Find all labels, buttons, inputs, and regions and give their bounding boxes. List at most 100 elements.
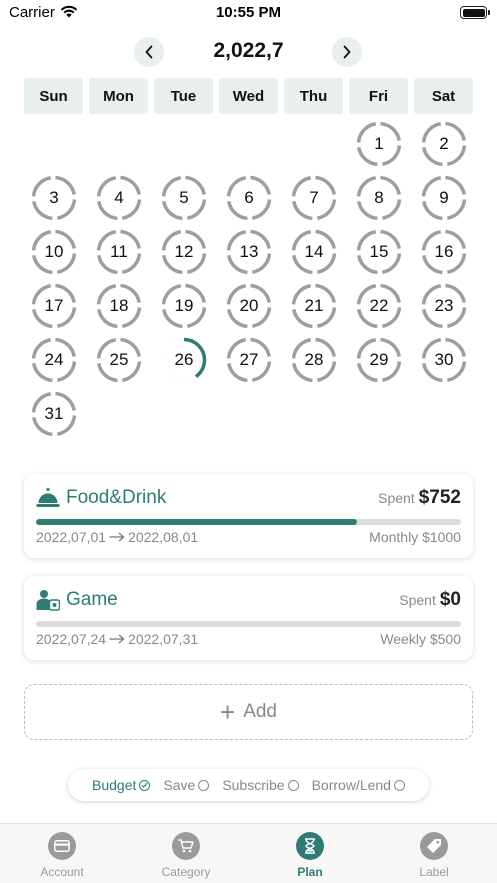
calendar-day[interactable]: 18 (89, 283, 148, 333)
calendar-day[interactable]: 15 (349, 229, 408, 279)
add-budget-button[interactable]: + Add (24, 684, 473, 740)
calendar-day-number: 21 (304, 296, 324, 315)
wallet-icon (48, 832, 76, 860)
calendar-day-number: 31 (44, 404, 64, 423)
calendar-day[interactable]: 8 (349, 175, 408, 225)
calendar-day-number: 30 (434, 350, 454, 369)
tab-category[interactable]: Category (124, 832, 248, 879)
calendar-day[interactable]: 30 (414, 337, 473, 387)
calendar-day[interactable]: 31 (24, 391, 83, 441)
budget-progress-bar (36, 519, 461, 525)
spent-amount: $752 (418, 487, 461, 508)
calendar-day-number: 20 (239, 296, 259, 315)
status-bar: Carrier 10:55 PM (0, 0, 497, 28)
weekday-wed: Wed (219, 78, 278, 114)
segment-label: Save (163, 777, 196, 793)
segment-label: Borrow/Lend (311, 777, 391, 793)
calendar-day-number: 15 (369, 242, 389, 261)
calendar-day-number: 3 (49, 188, 59, 207)
calendar-day[interactable]: 1 (349, 121, 408, 171)
segment-save[interactable]: Save (163, 777, 210, 793)
calendar-day-number: 8 (374, 188, 384, 207)
cart-icon (172, 832, 200, 860)
calendar-day[interactable]: 2 (414, 121, 473, 171)
calendar-day-number: 5 (179, 188, 189, 207)
calendar-day[interactable]: 24 (24, 337, 83, 387)
next-month-button[interactable] (332, 37, 362, 67)
segment-budget[interactable]: Budget (92, 777, 151, 793)
calendar-day[interactable]: 26 (154, 337, 213, 387)
tab-account[interactable]: Account (0, 832, 124, 879)
segment-label: Subscribe (222, 777, 285, 793)
calendar-day[interactable]: 23 (414, 283, 473, 333)
calendar-day-number: 27 (239, 350, 259, 369)
calendar-day[interactable]: 10 (24, 229, 83, 279)
budget-title: Food&Drink (66, 487, 167, 508)
calendar-day[interactable]: 21 (284, 283, 343, 333)
segment-label: Budget (92, 777, 137, 793)
calendar-day-number: 24 (44, 350, 64, 369)
calendar-day-number: 1 (374, 134, 384, 153)
tab-label: Plan (297, 865, 323, 879)
hourglass-icon (296, 832, 324, 860)
segment-borrow-lend[interactable]: Borrow/Lend (312, 777, 405, 793)
calendar-day[interactable]: 5 (154, 175, 213, 225)
tab-bar: Account Category Plan Label (0, 823, 497, 883)
arrow-right-icon (109, 532, 125, 542)
calendar-day[interactable]: 14 (284, 229, 343, 279)
plus-icon: + (220, 697, 236, 727)
spent-amount: $0 (439, 589, 461, 610)
budget-progress-fill (36, 519, 357, 525)
calendar-day-number: 26 (174, 350, 194, 369)
budget-limit: Monthly $1000 (369, 529, 461, 545)
budget-period: 2022,07,01 2022,08,01 (36, 529, 198, 545)
calendar-day[interactable]: 9 (414, 175, 473, 225)
calendar-day[interactable]: 27 (219, 337, 278, 387)
calendar-day[interactable]: 4 (89, 175, 148, 225)
calendar-day-number: 19 (174, 296, 194, 315)
budget-end-date: 2022,08,01 (128, 529, 199, 545)
budget-period: 2022,07,24 2022,07,31 (36, 631, 198, 647)
plan-type-segment: Budget Save Subscribe Borrow/Lend (68, 769, 429, 801)
calendar-day[interactable]: 7 (284, 175, 343, 225)
calendar-day-number: 14 (304, 242, 324, 261)
calendar-day[interactable]: 20 (219, 283, 278, 333)
status-time: 10:55 PM (215, 4, 282, 21)
add-label: Add (243, 701, 277, 722)
calendar-day-number: 25 (109, 350, 129, 369)
budget-card-food-drink[interactable]: Food&Drink Spent $752 2022,07,01 2022,08,… (24, 474, 473, 558)
calendar-day[interactable]: 19 (154, 283, 213, 333)
chevron-right-icon (343, 45, 351, 59)
calendar-day[interactable]: 22 (349, 283, 408, 333)
segment-subscribe[interactable]: Subscribe (222, 777, 299, 793)
budget-progress-bar (36, 621, 461, 627)
calendar-day-number: 17 (44, 296, 64, 315)
budget-card-game[interactable]: Game Spent $0 2022,07,24 2022,07,31 Weekl… (24, 576, 473, 660)
radio-circle-icon (198, 779, 210, 791)
calendar-day[interactable]: 17 (24, 283, 83, 333)
calendar-day[interactable]: 6 (219, 175, 278, 225)
calendar-day[interactable]: 12 (154, 229, 213, 279)
calendar-day-number: 10 (44, 242, 64, 261)
spent-label: Spent (378, 490, 415, 506)
tab-label-section[interactable]: Label (372, 832, 496, 879)
radio-circle-icon (287, 779, 299, 791)
calendar-day[interactable]: 11 (89, 229, 148, 279)
spent-block: Spent $752 (378, 487, 461, 509)
calendar-day-number: 22 (369, 296, 389, 315)
calendar-day[interactable]: 29 (349, 337, 408, 387)
weekday-fri: Fri (349, 78, 408, 114)
calendar-day[interactable]: 28 (284, 337, 343, 387)
month-navigation: 2,022,7 (0, 36, 497, 68)
check-circle-icon (139, 779, 151, 791)
calendar-day-number: 11 (110, 242, 128, 261)
budget-start-date: 2022,07,24 (36, 631, 107, 647)
tab-label: Label (419, 865, 449, 879)
weekday-header-row: Sun Mon Tue Wed Thu Fri Sat (24, 78, 479, 114)
calendar-day[interactable]: 3 (24, 175, 83, 225)
calendar-day[interactable]: 13 (219, 229, 278, 279)
game-people-icon (36, 590, 60, 611)
calendar-day[interactable]: 16 (414, 229, 473, 279)
tab-plan[interactable]: Plan (248, 832, 372, 879)
calendar-day[interactable]: 25 (89, 337, 148, 387)
